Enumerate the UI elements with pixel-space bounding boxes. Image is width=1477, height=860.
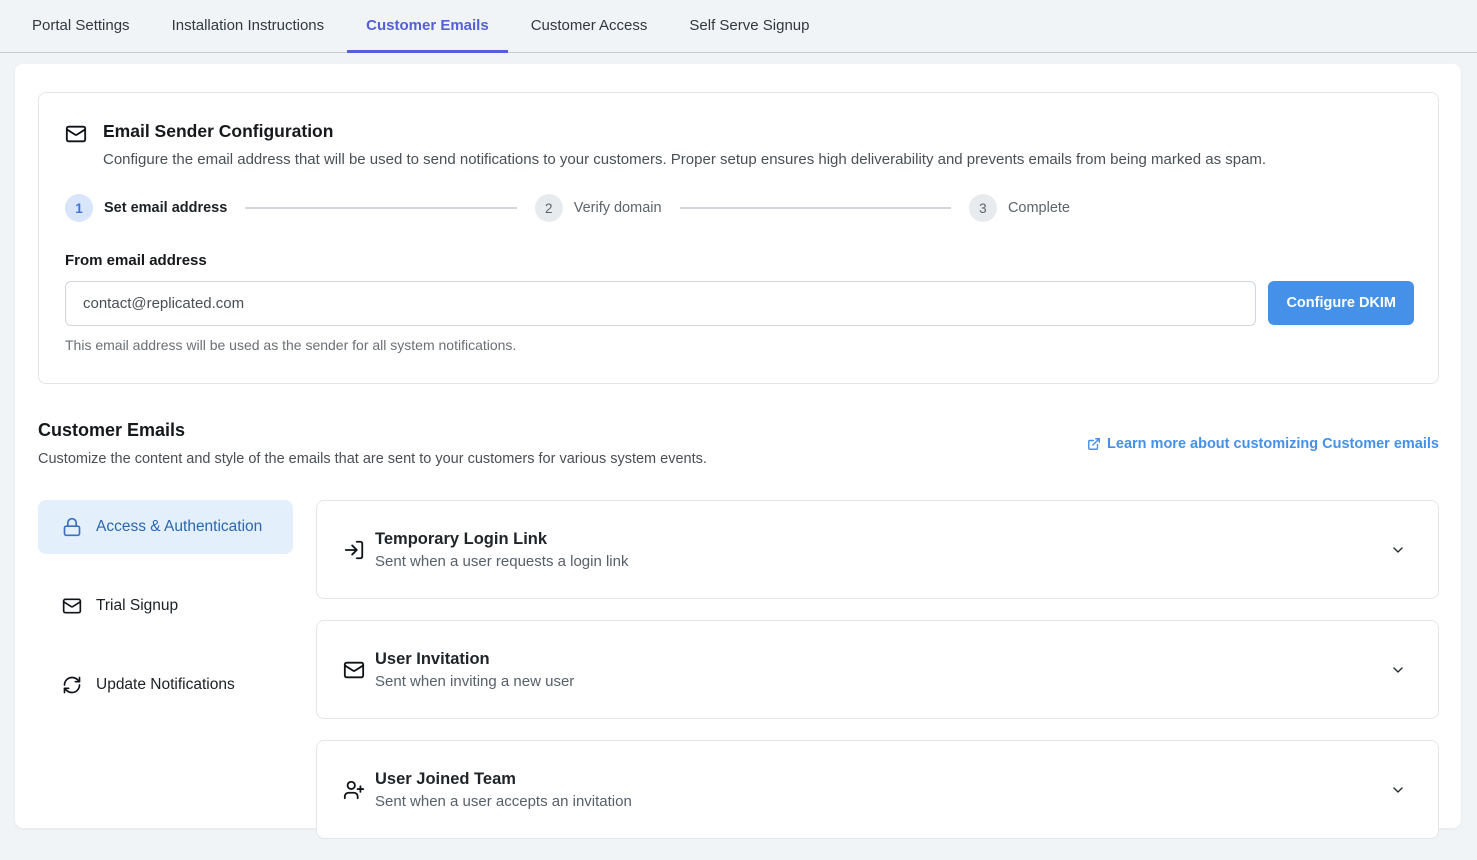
email-card-subtitle: Sent when a user accepts an invitation — [375, 793, 1390, 810]
mail-icon — [343, 659, 365, 681]
step-label: Complete — [1008, 200, 1070, 216]
chevron-down-icon[interactable] — [1390, 662, 1406, 678]
email-template-list: Temporary Login Link Sent when a user re… — [316, 500, 1439, 860]
step-connector — [680, 207, 951, 209]
sidebar-item-label: Trial Signup — [96, 594, 178, 618]
sender-card-description: Configure the email address that will be… — [103, 151, 1266, 168]
sidebar-item-label: Access & Authentication — [96, 515, 262, 539]
customer-emails-subtitle: Customize the content and style of the e… — [38, 451, 707, 467]
from-email-label: From email address — [65, 252, 1414, 269]
sidebar-item-update-notifications[interactable]: Update Notifications — [38, 658, 293, 712]
app-root: Portal Settings Installation Instruction… — [0, 0, 1477, 828]
step-verify-domain: 2 Verify domain — [535, 194, 662, 222]
email-card-title: Temporary Login Link — [375, 530, 1390, 549]
mail-icon — [65, 123, 87, 168]
sidebar-item-trial-signup[interactable]: Trial Signup — [38, 579, 293, 633]
login-icon — [343, 539, 365, 561]
tab-customer-emails[interactable]: Customer Emails — [347, 0, 508, 53]
configure-dkim-button[interactable]: Configure DKIM — [1268, 281, 1414, 325]
chevron-down-icon[interactable] — [1390, 782, 1406, 798]
email-card-user-joined-team[interactable]: User Joined Team Sent when a user accept… — [316, 740, 1439, 839]
learn-more-link[interactable]: Learn more about customizing Customer em… — [1087, 436, 1439, 452]
lock-icon — [62, 517, 82, 537]
mail-icon — [62, 596, 82, 616]
tab-portal-settings[interactable]: Portal Settings — [13, 0, 149, 53]
email-card-user-invitation[interactable]: User Invitation Sent when inviting a new… — [316, 620, 1439, 719]
step-label: Set email address — [104, 200, 227, 216]
tab-installation-instructions[interactable]: Installation Instructions — [153, 0, 344, 53]
user-plus-icon — [343, 779, 365, 801]
step-connector — [245, 207, 516, 209]
learn-more-label: Learn more about customizing Customer em… — [1107, 436, 1439, 452]
step-number-badge: 1 — [65, 194, 93, 222]
sidebar-item-access-authentication[interactable]: Access & Authentication — [38, 500, 293, 554]
email-sender-card: Email Sender Configuration Configure the… — [38, 92, 1439, 384]
refresh-icon — [62, 675, 82, 695]
email-card-temporary-login-link[interactable]: Temporary Login Link Sent when a user re… — [316, 500, 1439, 599]
customer-emails-header: Customer Emails Customize the content an… — [38, 420, 1439, 467]
from-email-input[interactable] — [65, 281, 1256, 326]
sender-card-title: Email Sender Configuration — [103, 121, 1266, 142]
tab-self-serve-signup[interactable]: Self Serve Signup — [670, 0, 828, 53]
tab-bar: Portal Settings Installation Instruction… — [0, 0, 1477, 53]
email-card-subtitle: Sent when inviting a new user — [375, 673, 1390, 690]
step-label: Verify domain — [574, 200, 662, 216]
from-email-helper-text: This email address will be used as the s… — [65, 337, 1414, 353]
step-set-email-address: 1 Set email address — [65, 194, 227, 222]
email-card-title: User Joined Team — [375, 770, 1390, 789]
customer-emails-content: Access & Authentication Trial Signup Upd… — [38, 500, 1439, 860]
step-number-badge: 2 — [535, 194, 563, 222]
sender-header: Email Sender Configuration Configure the… — [65, 121, 1414, 168]
from-email-row: Configure DKIM — [65, 281, 1414, 326]
setup-stepper: 1 Set email address 2 Verify domain 3 Co… — [65, 194, 1070, 222]
customer-emails-title: Customer Emails — [38, 420, 707, 441]
chevron-down-icon[interactable] — [1390, 542, 1406, 558]
sidebar-item-label: Update Notifications — [96, 673, 235, 697]
email-card-title: User Invitation — [375, 650, 1390, 669]
step-number-badge: 3 — [969, 194, 997, 222]
main-panel: Email Sender Configuration Configure the… — [15, 64, 1461, 828]
step-complete: 3 Complete — [969, 194, 1070, 222]
external-link-icon — [1087, 437, 1101, 451]
email-card-subtitle: Sent when a user requests a login link — [375, 553, 1390, 570]
tab-customer-access[interactable]: Customer Access — [512, 0, 667, 53]
category-sidebar: Access & Authentication Trial Signup Upd… — [38, 500, 293, 860]
